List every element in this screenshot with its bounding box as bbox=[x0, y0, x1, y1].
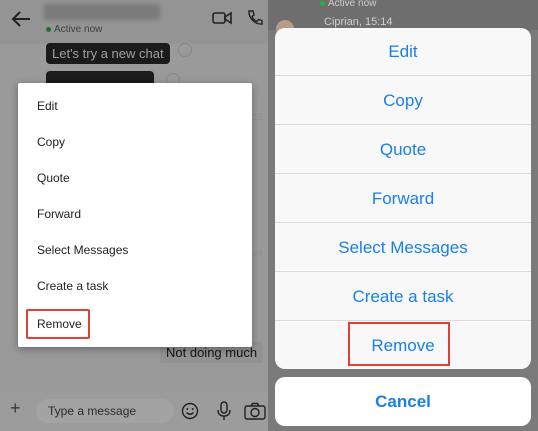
menu-item-copy[interactable]: Copy bbox=[37, 134, 65, 150]
message-context-menu: Edit Copy Quote Forward Select Messages … bbox=[18, 83, 252, 347]
highlight-box bbox=[26, 309, 90, 339]
menu-item-edit[interactable]: Edit bbox=[37, 98, 58, 114]
chat-header-dimmed bbox=[268, 0, 538, 30]
highlight-box bbox=[348, 322, 450, 366]
action-forward[interactable]: Forward bbox=[275, 175, 531, 223]
sender-name: Ciprian, 15:14 bbox=[324, 16, 393, 28]
android-chat-screen: Active now Let's try a new chat 15 24 No… bbox=[0, 0, 268, 431]
menu-item-quote[interactable]: Quote bbox=[37, 170, 70, 186]
action-select-messages[interactable]: Select Messages bbox=[275, 224, 531, 272]
action-edit[interactable]: Edit bbox=[275, 28, 531, 76]
cancel-button[interactable]: Cancel bbox=[275, 377, 531, 426]
menu-item-create-task[interactable]: Create a task bbox=[37, 278, 108, 294]
presence-status: Active now bbox=[320, 0, 376, 9]
presence-dot bbox=[320, 0, 325, 6]
menu-item-forward[interactable]: Forward bbox=[37, 206, 81, 222]
action-sheet: Edit Copy Quote Forward Select Messages … bbox=[275, 28, 531, 369]
menu-item-select-messages[interactable]: Select Messages bbox=[37, 242, 128, 258]
action-create-task[interactable]: Create a task bbox=[275, 273, 531, 321]
action-quote[interactable]: Quote bbox=[275, 126, 531, 174]
ios-chat-screen: Active now Ciprian, 15:14 Edit Copy Quot… bbox=[268, 0, 538, 431]
action-copy[interactable]: Copy bbox=[275, 77, 531, 125]
